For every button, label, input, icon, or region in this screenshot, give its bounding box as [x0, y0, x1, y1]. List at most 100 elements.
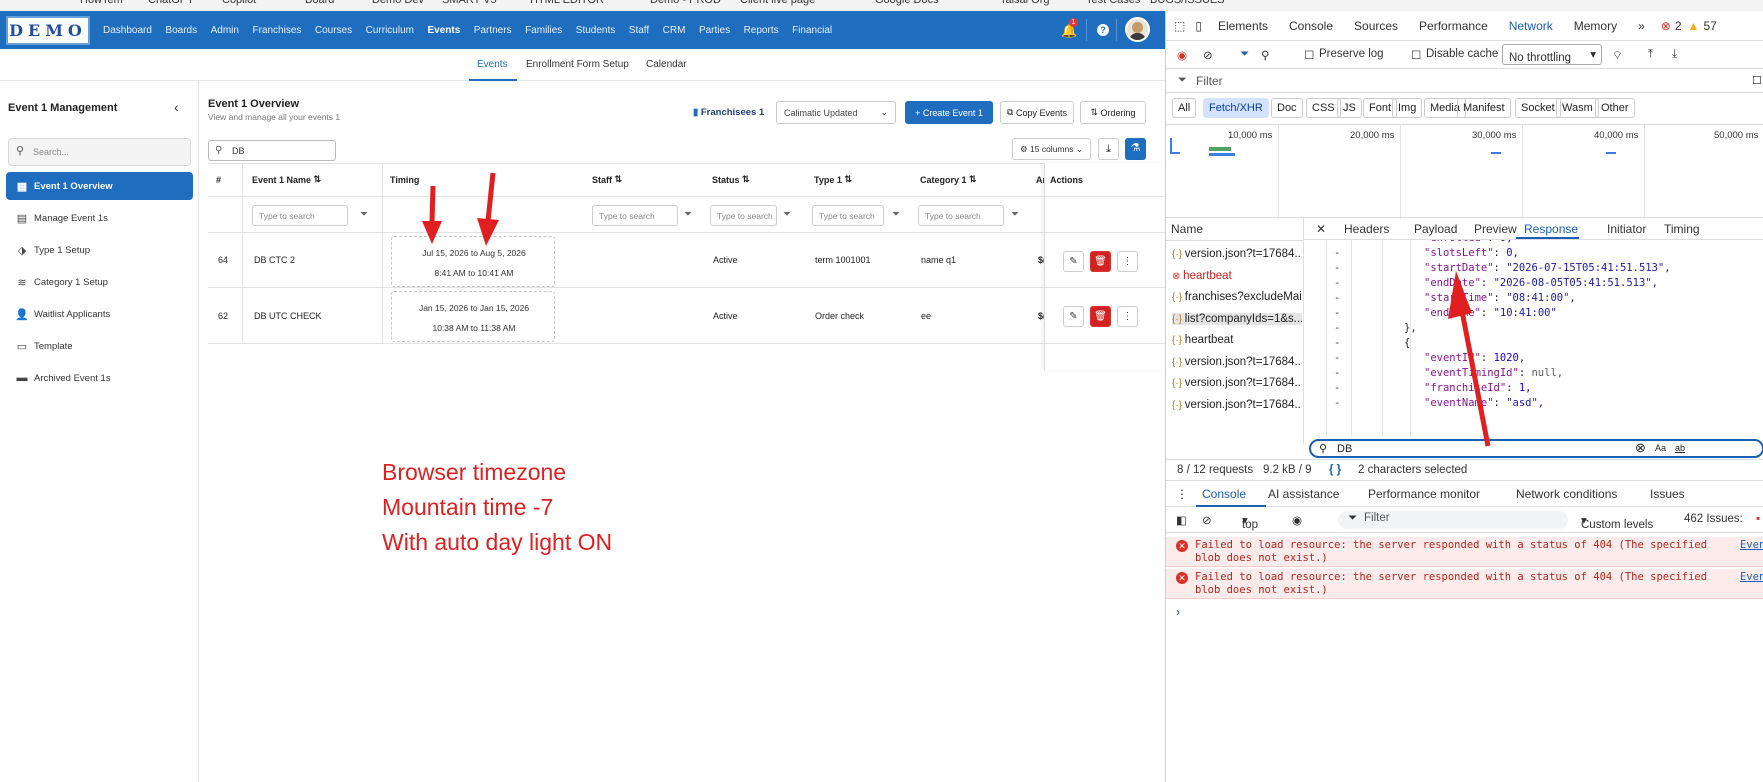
download-icon[interactable]: ⤓	[1098, 138, 1119, 160]
franchise-select[interactable]: Calimatic Updated ⌄	[776, 101, 896, 124]
nav-item-courses[interactable]: Courses	[315, 25, 352, 36]
filter-icon[interactable]: ⏷	[1240, 48, 1249, 61]
request-row[interactable]: ⊗ heartbeat	[1172, 270, 1302, 282]
bookmark-item[interactable]: Copilot	[222, 0, 256, 6]
staff-filter-input[interactable]: Type to search	[592, 205, 678, 226]
nav-item-financial[interactable]: Financial	[792, 25, 832, 36]
tab-initiator[interactable]: Initiator	[1607, 222, 1646, 236]
record-icon[interactable]: ◉	[1177, 48, 1187, 62]
search-icon[interactable]: ⚲	[1261, 48, 1269, 62]
close-icon[interactable]: ✕	[1316, 222, 1326, 236]
type-filter-fetchxhr[interactable]: Fetch/XHR	[1203, 98, 1269, 118]
invert-checkbox[interactable]: ☐	[1752, 74, 1762, 87]
row-name[interactable]: DB CTC 2	[254, 255, 295, 265]
request-row[interactable]: {·} version.json?t=17684...	[1172, 248, 1302, 260]
nav-item-staff[interactable]: Staff	[629, 25, 649, 36]
type-filter-img[interactable]: Img	[1392, 98, 1423, 118]
filter-icon[interactable]: ⏷	[1011, 209, 1019, 220]
sidebar-item-event-overview[interactable]: ▦ Event 1 Overview	[6, 172, 193, 200]
sidebar-item-category-setup[interactable]: ≋ Category 1 Setup	[6, 268, 193, 296]
download-icon[interactable]: ⤓	[1672, 48, 1677, 61]
bookmark-item[interactable]: BUGS/ISSUES	[1150, 0, 1225, 6]
delete-icon[interactable]: 🗑	[1090, 251, 1111, 272]
drawer-menu-icon[interactable]: ⋮	[1176, 487, 1188, 501]
clear-icon[interactable]: ⊘	[1203, 48, 1213, 62]
edit-icon[interactable]: ✎	[1063, 306, 1084, 327]
sidebar-search-input[interactable]: ⚲ Search...	[8, 138, 191, 166]
bookmark-item[interactable]: ChatGPT	[148, 0, 194, 6]
tab-performance[interactable]: Performance	[1419, 19, 1488, 33]
error-count[interactable]: 2	[1675, 19, 1682, 33]
tab-console-drawer[interactable]: Console	[1202, 487, 1246, 501]
pretty-print-icon[interactable]: { }	[1329, 464, 1341, 476]
nav-item-boards[interactable]: Boards	[165, 25, 197, 36]
inspect-icon[interactable]: ⬚	[1174, 19, 1185, 33]
tab-headers[interactable]: Headers	[1344, 222, 1389, 236]
create-event-button[interactable]: + Create Event 1	[905, 101, 993, 124]
column-header-type[interactable]: Type 1 ⇅	[814, 163, 852, 196]
bookmark-item[interactable]: Client live page	[740, 0, 815, 6]
upload-icon[interactable]: ⤒	[1648, 48, 1653, 61]
nav-item-curriculum[interactable]: Curriculum	[366, 25, 414, 36]
nav-item-families[interactable]: Families	[525, 25, 562, 36]
bookmark-item[interactable]: HowTem	[80, 0, 123, 6]
sidebar-item-waitlist[interactable]: 👤 Waitlist Applicants	[6, 300, 193, 328]
tab-preview[interactable]: Preview	[1474, 222, 1517, 236]
edit-icon[interactable]: ✎	[1063, 251, 1084, 272]
request-row[interactable]: {·} version.json?t=17684...	[1172, 399, 1302, 411]
clear-console-icon[interactable]: ⊘	[1202, 513, 1212, 527]
nav-item-crm[interactable]: CRM	[663, 25, 686, 36]
nav-item-franchises[interactable]: Franchises	[252, 25, 301, 36]
chevron-left-icon[interactable]: ‹	[174, 99, 179, 115]
nav-item-events[interactable]: Events	[427, 25, 460, 36]
match-case-toggle[interactable]: Aa	[1655, 443, 1666, 453]
response-find-bar[interactable]: ⚲ DB ⊗ Aa ab	[1309, 439, 1763, 458]
nav-item-partners[interactable]: Partners	[474, 25, 512, 36]
eye-icon[interactable]: ◉	[1292, 513, 1302, 527]
status-filter-input[interactable]: Type to search	[710, 205, 777, 226]
avatar[interactable]	[1125, 17, 1150, 42]
response-body[interactable]: -"enrolled": 0,-"slotsLeft": 0,-"startDa…	[1304, 240, 1763, 436]
tab-memory[interactable]: Memory	[1574, 19, 1617, 33]
console-error-source-link[interactable]: Even	[1740, 539, 1763, 551]
filter-icon[interactable]: ⏷	[783, 209, 791, 220]
type-filter-doc[interactable]: Doc	[1271, 98, 1303, 118]
disable-cache-checkbox[interactable]: ☐	[1411, 48, 1421, 62]
whole-word-toggle[interactable]: ab	[1675, 443, 1685, 453]
copy-events-button[interactable]: ⧉ Copy Events	[1000, 101, 1074, 124]
filter-icon[interactable]: ⏷	[360, 209, 368, 220]
sidebar-item-manage-events[interactable]: ▤ Manage Event 1s	[6, 204, 193, 232]
more-icon[interactable]: ⋮	[1117, 306, 1138, 327]
type-filter-manifest[interactable]: Manifest	[1457, 98, 1511, 118]
type-filter-js[interactable]: JS	[1337, 98, 1362, 118]
type-filter-wasm[interactable]: Wasm	[1556, 98, 1599, 118]
tab-issues[interactable]: Issues	[1650, 487, 1685, 501]
sidebar-item-type-setup[interactable]: ⬗ Type 1 Setup	[6, 236, 193, 264]
type-filter-other[interactable]: Other	[1595, 98, 1635, 118]
tab-network[interactable]: Network	[1509, 19, 1553, 33]
sidebar-toggle-icon[interactable]: ◧	[1176, 513, 1187, 527]
filter-icon[interactable]: ⏷	[684, 209, 692, 220]
tab-sources[interactable]: Sources	[1354, 19, 1398, 33]
console-filter-input[interactable]: ⏷ Filter	[1338, 511, 1568, 529]
network-filter-input[interactable]: Filter	[1196, 74, 1223, 88]
bookmark-item[interactable]: Demo Dev	[372, 0, 424, 6]
column-header-category[interactable]: Category 1 ⇅	[920, 163, 977, 196]
preserve-log-checkbox[interactable]: ☐	[1304, 48, 1314, 62]
nav-item-admin[interactable]: Admin	[211, 25, 239, 36]
ordering-button[interactable]: ⇅ Ordering	[1080, 101, 1146, 124]
column-header-name[interactable]: Event 1 Name ⇅	[252, 163, 321, 196]
issues-count[interactable]: 462 Issues:	[1684, 513, 1743, 525]
tab-payload[interactable]: Payload	[1414, 222, 1457, 236]
bookmark-item[interactable]: Google Docs	[875, 0, 939, 6]
request-row[interactable]: {·} franchises?excludeMai...	[1172, 291, 1302, 303]
filter-icon[interactable]: ⚗	[1125, 138, 1146, 160]
row-name[interactable]: DB UTC CHECK	[254, 311, 322, 321]
nav-item-students[interactable]: Students	[576, 25, 615, 36]
request-row[interactable]: {·} heartbeat	[1172, 334, 1302, 346]
nav-item-reports[interactable]: Reports	[744, 25, 779, 36]
bookmark-item[interactable]: HTML EDITOR	[530, 0, 604, 6]
columns-button[interactable]: ⚙ 15 columns ⌄	[1012, 138, 1091, 160]
subnav-events[interactable]: Events	[477, 59, 508, 70]
bookmark-item[interactable]: Test Cases	[1086, 0, 1140, 6]
